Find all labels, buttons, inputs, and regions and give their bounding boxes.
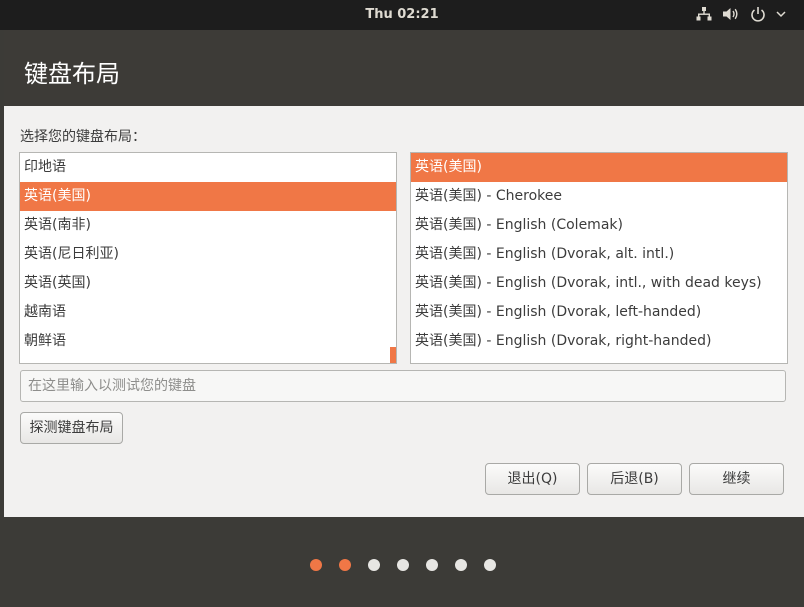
progress-footer bbox=[4, 517, 804, 607]
variant-item[interactable]: 英语(美国) - English (Dvorak, left-handed) bbox=[411, 298, 787, 327]
progress-dot bbox=[484, 559, 496, 571]
progress-dot bbox=[368, 559, 380, 571]
keyboard-layout-panel: 选择您的键盘布局： 印地语 英语(美国) 英语(南非) 英语(尼日利亚) 英语(… bbox=[4, 106, 804, 517]
top-panel: Thu 02:21 bbox=[0, 0, 804, 30]
layout-item[interactable]: 印地语 bbox=[20, 153, 396, 182]
quit-button[interactable]: 退出(Q) bbox=[485, 463, 580, 495]
continue-button[interactable]: 继续 bbox=[689, 463, 784, 495]
clock[interactable]: Thu 02:21 bbox=[0, 7, 804, 22]
layout-item[interactable]: 越南语 bbox=[20, 298, 396, 327]
variant-item[interactable]: 英语(美国) - English (Dvorak, alt. intl.) bbox=[411, 240, 787, 269]
variant-list[interactable]: 英语(美国) 英语(美国) - Cherokee 英语(美国) - Englis… bbox=[410, 152, 788, 364]
network-icon[interactable] bbox=[696, 6, 712, 22]
progress-dot bbox=[426, 559, 438, 571]
layout-list[interactable]: 印地语 英语(美国) 英语(南非) 英语(尼日利亚) 英语(英国) 越南语 朝鲜… bbox=[19, 152, 397, 364]
installer-window: 键盘布局 选择您的键盘布局： 印地语 英语(美国) 英语(南非) 英语(尼日利亚… bbox=[4, 30, 804, 607]
detect-layout-button[interactable]: 探测键盘布局 bbox=[20, 412, 123, 444]
page-title: 键盘布局 bbox=[24, 60, 120, 88]
progress-dots bbox=[310, 559, 496, 571]
variant-item[interactable]: 英语(美国) - English (Dvorak, intl., with de… bbox=[411, 269, 787, 298]
progress-dot bbox=[455, 559, 467, 571]
back-button[interactable]: 后退(B) bbox=[587, 463, 682, 495]
layout-item[interactable]: 英语(南非) bbox=[20, 211, 396, 240]
progress-dot-completed bbox=[339, 559, 351, 571]
variant-item[interactable]: 英语(美国) - Cherokee bbox=[411, 182, 787, 211]
variant-item-selected[interactable]: 英语(美国) bbox=[411, 153, 787, 182]
scrollbar-thumb[interactable] bbox=[390, 347, 396, 363]
layout-item[interactable]: 英语(英国) bbox=[20, 269, 396, 298]
variant-item[interactable]: 英语(美国) - English (Colemak) bbox=[411, 211, 787, 240]
window-header: 键盘布局 bbox=[4, 30, 804, 106]
progress-dot bbox=[397, 559, 409, 571]
volume-icon[interactable] bbox=[722, 6, 740, 22]
chevron-down-icon[interactable] bbox=[776, 9, 786, 19]
system-tray[interactable] bbox=[696, 6, 786, 22]
variant-item[interactable]: 英语(美国) - English (Dvorak, right-handed) bbox=[411, 327, 787, 356]
keyboard-test-input[interactable] bbox=[20, 370, 786, 402]
layout-prompt: 选择您的键盘布局： bbox=[20, 129, 146, 145]
layout-item[interactable]: 英语(尼日利亚) bbox=[20, 240, 396, 269]
power-icon[interactable] bbox=[750, 6, 766, 22]
layout-item[interactable]: 朝鲜语 bbox=[20, 327, 396, 356]
progress-dot-completed bbox=[310, 559, 322, 571]
layout-item-selected[interactable]: 英语(美国) bbox=[20, 182, 396, 211]
